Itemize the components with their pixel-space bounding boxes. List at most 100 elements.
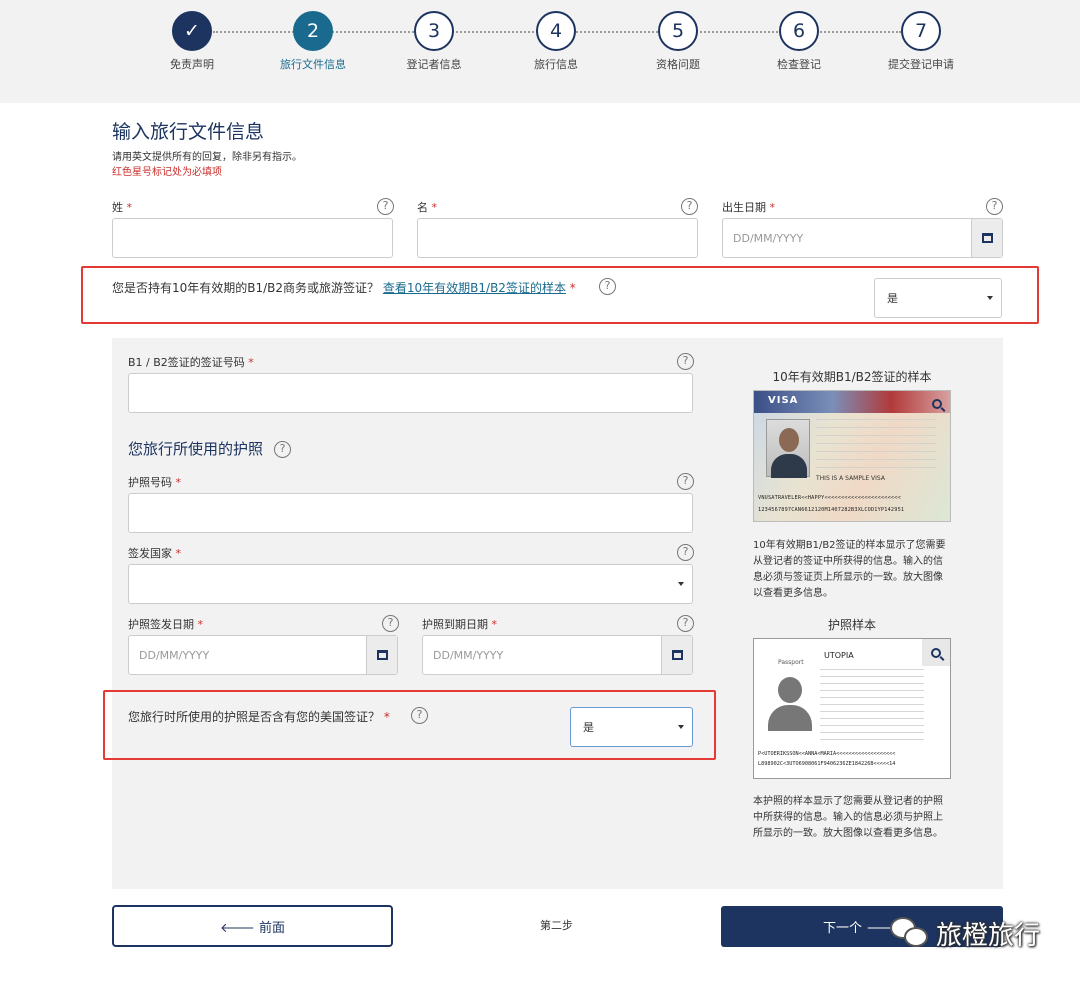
help-icon[interactable]: ? bbox=[382, 615, 399, 632]
previous-button[interactable]: 🡐 前面 bbox=[112, 905, 393, 947]
issuing-country-select[interactable] bbox=[128, 564, 693, 604]
dob-placeholder: DD/MM/YYYY bbox=[733, 231, 804, 245]
chevron-down-icon bbox=[678, 725, 684, 729]
passport-image-type: Passport bbox=[778, 659, 804, 666]
passport-visa-question: 您旅行时所使用的护照是否含有您的美国签证？ * bbox=[128, 710, 390, 724]
visa-yes-no-select[interactable]: 是 bbox=[874, 278, 1002, 318]
visa-number-input[interactable] bbox=[128, 373, 693, 413]
visa-sample-title: 10年有效期B1/B2签证的样本 bbox=[772, 370, 932, 384]
passport-visa-select[interactable]: 是 bbox=[570, 707, 693, 747]
required-star: * bbox=[175, 476, 182, 489]
dob-label: 出生日期 * bbox=[722, 201, 776, 214]
required-star: * bbox=[769, 201, 776, 214]
step-check-icon: ✓ bbox=[172, 11, 212, 51]
visa-sample-description: 10年有效期B1/B2签证的样本显示了您需要从登记者的签证中所获得的信息。输入的… bbox=[753, 540, 946, 599]
help-icon[interactable]: ? bbox=[411, 707, 428, 724]
chevron-down-icon bbox=[987, 296, 993, 300]
given-name-input[interactable] bbox=[417, 218, 698, 258]
dob-input[interactable]: DD/MM/YYYY bbox=[722, 218, 1003, 258]
step-label: 旅行文件信息 bbox=[280, 58, 346, 71]
step-label: 旅行信息 bbox=[534, 58, 578, 71]
calendar-icon bbox=[671, 650, 683, 660]
visa-question: 您是否持有10年有效期的B1/B2商务或旅游签证？ 查看10年有效期B1/B2签… bbox=[112, 281, 576, 295]
required-star: * bbox=[431, 201, 438, 214]
instruction-text: 请用英文提供所有的回复，除非另有指示。 bbox=[112, 152, 302, 163]
help-icon[interactable]: ? bbox=[274, 441, 291, 458]
help-icon[interactable]: ? bbox=[986, 198, 1003, 215]
zoom-button[interactable] bbox=[932, 399, 942, 409]
step-disclaimer[interactable]: ✓ 免责声明 bbox=[132, 11, 252, 72]
step-travel-documents[interactable]: 2 旅行文件信息 bbox=[253, 11, 373, 72]
visa-sample-image[interactable]: VISA THIS IS A SAMPLE VISA VNUSATRAVELER… bbox=[753, 390, 951, 522]
page-title: 输入旅行文件信息 bbox=[112, 121, 265, 143]
calendar-button[interactable] bbox=[661, 636, 692, 674]
surname-input[interactable] bbox=[112, 218, 393, 258]
help-icon[interactable]: ? bbox=[677, 353, 694, 370]
step-label: 提交登记申请 bbox=[888, 58, 954, 71]
previous-button-label: 🡐 前面 bbox=[220, 920, 285, 936]
visa-mrz-line-2: 1234567897CAN6612120M1407282B3XLCOD1YP14… bbox=[758, 507, 905, 513]
magnifier-icon bbox=[931, 647, 941, 658]
select-value: 是 bbox=[583, 721, 594, 734]
surname-label: 姓 * bbox=[112, 201, 133, 214]
issuing-country-label: 签发国家 * bbox=[128, 547, 182, 560]
passport-section-title: 您旅行所使用的护照 bbox=[128, 440, 264, 458]
required-star: * bbox=[126, 201, 133, 214]
required-note: 红色星号标记处为必填项 bbox=[112, 167, 222, 178]
step-number: 4 bbox=[536, 11, 576, 51]
calendar-icon bbox=[981, 233, 993, 243]
passport-number-label: 护照号码 * bbox=[128, 476, 182, 489]
step-registrant-info[interactable]: 3 登记者信息 bbox=[374, 11, 494, 72]
step-label: 资格问题 bbox=[656, 58, 700, 71]
help-icon[interactable]: ? bbox=[677, 615, 694, 632]
given-name-label: 名 * bbox=[417, 201, 438, 214]
step-submit[interactable]: 7 提交登记申请 bbox=[861, 11, 981, 72]
passport-photo bbox=[768, 675, 812, 731]
help-icon[interactable]: ? bbox=[377, 198, 394, 215]
step-number: 2 bbox=[293, 11, 333, 51]
passport-sample-description: 本护照的样本显示了您需要从登记者的护照中所获得的信息。输入的信息必须与护照上所显… bbox=[753, 796, 943, 839]
visa-image-header: VISA bbox=[768, 395, 799, 406]
passport-image-country: UTOPIA bbox=[824, 651, 854, 660]
visa-number-label: B1 / B2签证的签证号码 * bbox=[128, 356, 254, 369]
chevron-down-icon bbox=[678, 582, 684, 586]
step-travel-info[interactable]: 4 旅行信息 bbox=[496, 11, 616, 72]
issue-date-placeholder: DD/MM/YYYY bbox=[139, 648, 210, 662]
wechat-icon bbox=[888, 913, 932, 953]
required-star: * bbox=[175, 547, 182, 560]
step-eligibility[interactable]: 5 资格问题 bbox=[618, 11, 738, 72]
calendar-icon bbox=[376, 650, 388, 660]
required-star: * bbox=[569, 281, 576, 295]
passport-mrz-line-1: P<UTOERIKSSON<<ANNA<MARIA<<<<<<<<<<<<<<<… bbox=[758, 751, 896, 757]
watermark: 旅橙旅行 bbox=[888, 913, 1040, 953]
watermark-text: 旅橙旅行 bbox=[936, 920, 1041, 951]
step-review[interactable]: 6 检查登记 bbox=[739, 11, 859, 72]
expiry-date-input[interactable]: DD/MM/YYYY bbox=[422, 635, 693, 675]
visa-sample-link[interactable]: 查看10年有效期B1/B2签证的样本 bbox=[383, 281, 566, 295]
issue-date-label: 护照签发日期 * bbox=[128, 618, 204, 631]
step-label: 免责声明 bbox=[170, 58, 214, 71]
help-icon[interactable]: ? bbox=[599, 278, 616, 295]
zoom-button[interactable] bbox=[922, 639, 950, 666]
passport-mrz-line-2: L898902C<3UTO6908061F9406236ZE184226B<<<… bbox=[758, 761, 896, 767]
help-icon[interactable]: ? bbox=[677, 544, 694, 561]
step-indicator-text: 第二步 bbox=[540, 919, 573, 932]
help-icon[interactable]: ? bbox=[677, 473, 694, 490]
passport-number-input[interactable] bbox=[128, 493, 693, 533]
expiry-date-label: 护照到期日期 * bbox=[422, 618, 498, 631]
required-star: * bbox=[491, 618, 498, 631]
required-star: * bbox=[248, 356, 254, 369]
passport-sample-title: 护照样本 bbox=[827, 618, 876, 632]
visa-photo bbox=[766, 419, 810, 478]
passport-sample-image[interactable]: UTOPIA Passport P<UTOERIKSSON<<ANNA<MARI… bbox=[753, 638, 951, 779]
step-label: 检查登记 bbox=[777, 58, 821, 71]
step-number: 5 bbox=[658, 11, 698, 51]
step-number: 6 bbox=[779, 11, 819, 51]
help-icon[interactable]: ? bbox=[681, 198, 698, 215]
calendar-button[interactable] bbox=[366, 636, 397, 674]
expiry-date-placeholder: DD/MM/YYYY bbox=[433, 648, 504, 662]
issue-date-input[interactable]: DD/MM/YYYY bbox=[128, 635, 398, 675]
required-star: * bbox=[197, 618, 204, 631]
calendar-button[interactable] bbox=[971, 219, 1002, 257]
step-number: 7 bbox=[901, 11, 941, 51]
